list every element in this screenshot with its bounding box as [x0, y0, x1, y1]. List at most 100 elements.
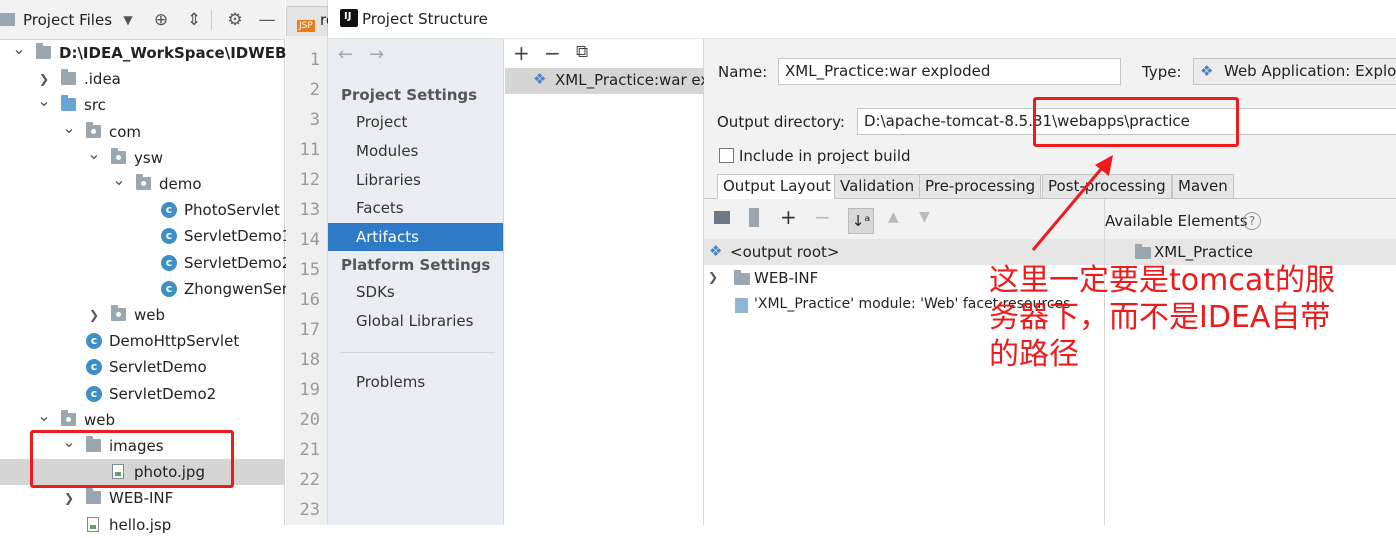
tree-item-label: WEB-INF: [109, 489, 174, 508]
output-root-icon: ❖: [709, 242, 723, 260]
line-number: 20: [299, 410, 320, 430]
sort-icon[interactable]: ↓ᵃ: [848, 208, 874, 234]
tree-item-label: src: [84, 96, 106, 115]
chevron-down-icon[interactable]: ⌄: [37, 88, 51, 114]
annotation-box-output-dir: [1033, 97, 1239, 147]
chevron-right-icon[interactable]: ❯: [87, 302, 101, 328]
line-number: 16: [299, 290, 320, 310]
tree-row[interactable]: ⌄ demo: [0, 170, 285, 197]
new-directory-icon[interactable]: [714, 211, 730, 224]
nav-section-heading: Project Settings: [341, 86, 478, 104]
available-header: Available Elements ?: [1105, 199, 1396, 239]
chevron-down-icon[interactable]: ⌄: [12, 36, 26, 62]
chevron-right-icon[interactable]: ❯: [62, 485, 76, 511]
nav-section-heading: Platform Settings: [341, 256, 491, 274]
tree-row[interactable]: c ZhongwenServle: [0, 276, 310, 302]
tree-row[interactable]: ⌄ src: [0, 91, 285, 118]
line-number: 14: [299, 230, 320, 250]
package-icon: [136, 174, 151, 190]
web-folder-icon: [61, 409, 76, 426]
tree-row[interactable]: ❯ WEB-INF: [0, 485, 285, 511]
line-number: 21: [299, 440, 320, 460]
tree-row[interactable]: c ServletDemo: [0, 354, 285, 380]
tree-row[interactable]: ⌄ web: [0, 406, 285, 433]
add-copy-icon[interactable]: +: [780, 205, 797, 229]
annotation-line-2: 务器下，而不是IDEA自带: [989, 300, 1331, 335]
tree-row[interactable]: ⌄ ysw: [0, 144, 285, 171]
move-up-icon[interactable]: ▲: [888, 209, 899, 225]
tab-output-layout[interactable]: Output Layout: [717, 174, 837, 199]
type-value: Web Application: Exploded: [1224, 62, 1396, 80]
nav-item-problems[interactable]: Problems: [328, 368, 503, 396]
tab-pre-processing[interactable]: Pre-processing: [919, 174, 1042, 199]
project-view-selector[interactable]: Project Files: [23, 11, 112, 29]
class-icon: c: [161, 202, 177, 219]
chevron-down-icon[interactable]: ⌄: [62, 115, 76, 141]
name-field[interactable]: XML_Practice:war exploded: [778, 58, 1121, 85]
source-folder-icon: [61, 95, 76, 112]
tab-maven[interactable]: Maven: [1172, 174, 1234, 199]
tree-item-label: ServletDemo: [109, 358, 207, 377]
include-in-build-checkbox[interactable]: [719, 148, 734, 163]
move-down-icon[interactable]: ▼: [919, 209, 930, 225]
tree-row[interactable]: ⌄ com: [0, 118, 285, 145]
chevron-down-icon[interactable]: ⌄: [112, 167, 126, 193]
type-dropdown[interactable]: ❖ Web Application: Exploded: [1193, 58, 1396, 85]
chevron-right-icon[interactable]: ❯: [708, 270, 718, 284]
tree-row[interactable]: c DemoHttpServlet: [0, 328, 285, 354]
copy-artifact-button[interactable]: ⧉: [576, 42, 588, 62]
layout-item-label: WEB-INF: [754, 269, 819, 287]
gear-icon[interactable]: ⚙: [225, 10, 245, 30]
artifact-name: XML_Practice:war exploded: [555, 71, 704, 89]
line-number: 1: [309, 50, 320, 70]
nav-item-sdks[interactable]: SDKs: [328, 278, 503, 306]
collapse-all-icon[interactable]: ⇕: [184, 10, 204, 30]
nav-item-libraries[interactable]: Libraries: [328, 166, 503, 194]
tree-row[interactable]: c PhotoServlet: [0, 197, 285, 223]
web-artifact-icon: ❖: [533, 70, 547, 88]
add-artifact-button[interactable]: +: [513, 41, 530, 65]
chevron-down-icon[interactable]: ▼: [118, 10, 138, 30]
tree-row[interactable]: c ServletDemo1: [0, 223, 291, 249]
nav-item-project[interactable]: Project: [328, 108, 503, 136]
hide-icon[interactable]: —: [257, 10, 277, 30]
locate-icon[interactable]: ⊕: [151, 10, 171, 30]
line-number: 2: [309, 80, 320, 100]
help-icon[interactable]: ?: [1243, 212, 1261, 230]
tree-item-label: demo: [159, 175, 202, 193]
nav-item-artifacts[interactable]: Artifacts: [328, 223, 503, 252]
nav-item-facets[interactable]: Facets: [328, 194, 503, 222]
line-number: 11: [299, 140, 320, 160]
tree-row[interactable]: c ServletDemo2: [0, 250, 291, 276]
line-number: 3: [309, 110, 320, 130]
package-icon: [111, 147, 126, 164]
tree-row[interactable]: ⌄ D:\IDEA_WorkSpace\IDWEB_5: [0, 39, 304, 66]
annotation-line-3: 的路径: [989, 337, 1079, 372]
editor-tab[interactable]: JSP re: [286, 6, 335, 36]
nav-item-global-libraries[interactable]: Global Libraries: [328, 307, 503, 335]
package-icon: [86, 121, 101, 138]
available-item-label: XML_Practice: [1154, 243, 1253, 261]
jsp-file-icon: JSP: [297, 20, 315, 32]
remove-element-icon[interactable]: −: [814, 205, 831, 229]
annotation-box-images: [30, 430, 234, 488]
class-icon: c: [161, 280, 177, 297]
forward-arrow-icon[interactable]: →: [369, 44, 384, 65]
tree-item-label: ServletDemo2: [109, 384, 217, 403]
class-icon: c: [86, 359, 102, 376]
type-label: Type:: [1142, 63, 1182, 81]
nav-item-modules[interactable]: Modules: [328, 137, 503, 165]
chevron-down-icon[interactable]: ⌄: [87, 141, 101, 167]
line-number: 17: [299, 320, 320, 340]
chevron-down-icon[interactable]: ⌄: [37, 403, 51, 429]
remove-artifact-button[interactable]: −: [544, 41, 561, 65]
archive-icon[interactable]: [749, 208, 759, 227]
tab-validation[interactable]: Validation: [834, 174, 921, 199]
back-arrow-icon[interactable]: ←: [338, 44, 353, 65]
line-number: 23: [299, 500, 320, 520]
tree-item-label: web: [84, 410, 116, 429]
tree-item-label: D:\IDEA_WorkSpace\IDWEB_5: [59, 44, 305, 62]
artifact-list-item[interactable]: ❖ XML_Practice:war exploded: [505, 68, 704, 94]
tree-row[interactable]: ❯ web: [0, 302, 285, 328]
tree-item-label: ServletDemo2: [184, 253, 292, 272]
